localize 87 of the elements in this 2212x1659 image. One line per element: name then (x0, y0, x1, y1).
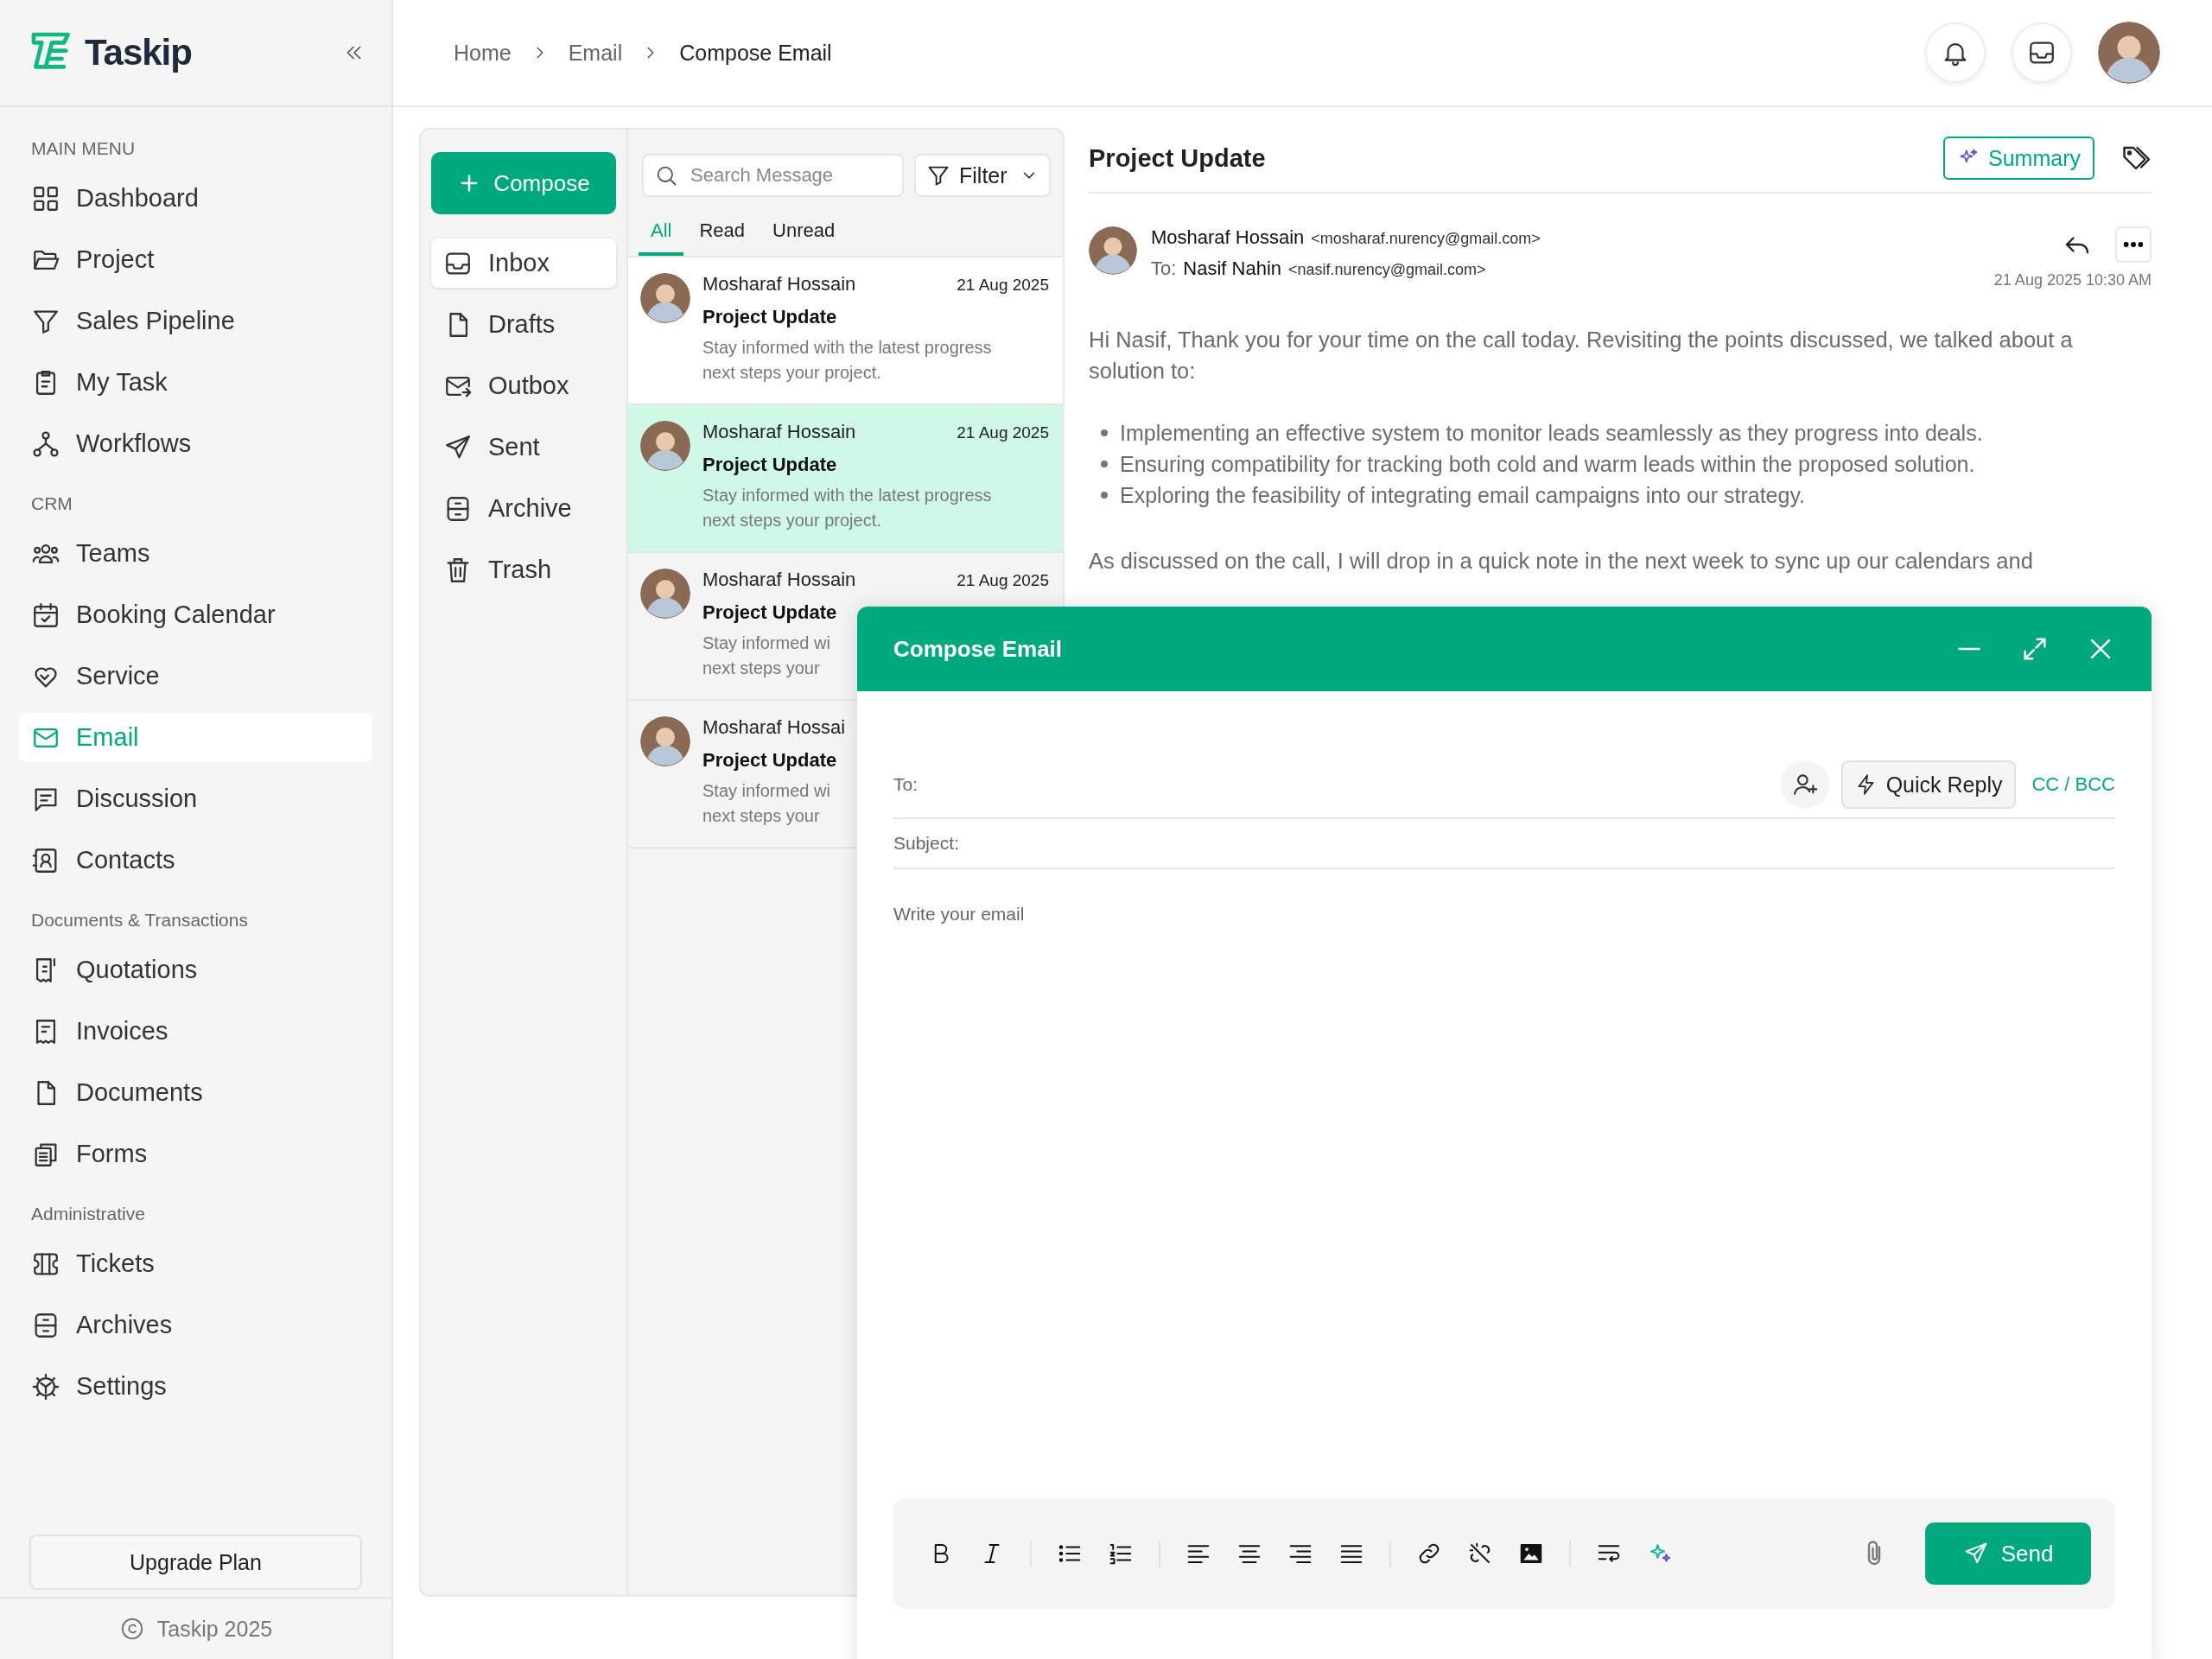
section-label: Administrative (30, 1203, 146, 1225)
to-label: To: (893, 774, 918, 795)
breadcrumb-link[interactable]: Email (568, 40, 623, 66)
menu-item[interactable]: Teams (19, 529, 372, 578)
sender-name: Mosharaf Hossain (702, 421, 856, 443)
message-date: 21 Aug 2025 (957, 423, 1049, 442)
settings-icon (31, 1371, 60, 1402)
breadcrumb-link[interactable]: Home (454, 40, 512, 66)
filter-button[interactable]: Filter (914, 154, 1051, 197)
message-subject: Project Update (702, 749, 838, 772)
menu-item[interactable]: Sales Pipeline (19, 296, 372, 346)
message-subject: Project Update (702, 306, 838, 328)
quick-reply-button[interactable]: Quick Reply (1840, 760, 2017, 809)
message-preview: Stay informed wi (702, 632, 830, 654)
folder-item[interactable]: Outbox (431, 361, 616, 410)
menu-item[interactable]: Forms (19, 1129, 372, 1179)
section-label: Documents & Transactions (30, 909, 249, 931)
folder-item[interactable]: Drafts (431, 300, 616, 349)
to-label: To: (1151, 257, 1177, 280)
avatar (640, 273, 690, 323)
more-button[interactable] (2115, 226, 2152, 263)
bullet-dot (1101, 461, 1108, 467)
message-preview: Stay informed with the latest progress (702, 485, 992, 506)
bullet-dot (1101, 429, 1108, 436)
menu-item[interactable]: Service (19, 652, 372, 701)
menu-item[interactable]: Tickets (19, 1239, 372, 1288)
sender-name: Mosharaf Hossain (702, 273, 856, 296)
email-paragraph: Hi Nasif, Thank you for your time on the call today. Revisiting the points discussed, we talked about a solution to: (1089, 327, 2074, 385)
filter-tab[interactable]: Read (687, 213, 758, 256)
sender-name: Mosharaf Hossain (1151, 226, 1305, 249)
message-row[interactable]: Mosharaf Hossain 21 Aug 2025 Project Update Stay informed with the latest progress next steps your project. (628, 405, 1063, 553)
menu-item[interactable]: Archives (19, 1300, 372, 1350)
message-preview: Stay informed wi (702, 780, 830, 802)
menu-item[interactable]: Dashboard (19, 174, 372, 223)
menu-item[interactable]: Settings (19, 1362, 372, 1411)
section-label: MAIN MENU (30, 137, 137, 160)
notifications-button[interactable] (1925, 22, 1986, 83)
compose-title: Compose Email (893, 635, 1063, 663)
email-title: Project Update (1089, 143, 1267, 173)
message-subject: Project Update (702, 454, 838, 476)
menu-item[interactable]: Discussion (19, 774, 372, 823)
breadcrumb-current: Compose Email (679, 40, 832, 66)
brand-name: Taskip (85, 32, 192, 73)
message-subject: Project Update (702, 601, 838, 624)
menu-item[interactable]: My Task (19, 358, 372, 407)
section-label: CRM (30, 493, 73, 515)
message-preview: next steps your (702, 805, 820, 827)
upgrade-button[interactable]: Upgrade Plan (29, 1535, 362, 1590)
menu-item[interactable]: Quotations (19, 945, 372, 995)
folder-item[interactable]: Inbox (431, 238, 616, 288)
menu-item[interactable]: Invoices (19, 1007, 372, 1056)
bullet-text: Implementing an effective system to monitor leads seamlessly as they progress into deals. (1120, 420, 1983, 447)
menu-item[interactable]: Workflows (19, 419, 372, 468)
more-icon (2124, 242, 2143, 247)
message-row[interactable]: Mosharaf Hossain 21 Aug 2025 Project Update Stay informed with the latest progress next steps your project. (628, 257, 1063, 405)
avatar (640, 421, 690, 471)
bullet-text: Ensuring compatibility for tracking both cold and warm leads within the proposed solution. (1120, 451, 1975, 478)
bullet-dot (1101, 492, 1108, 499)
menu-item[interactable]: Contacts (19, 836, 372, 885)
sender-email: <mosharaf.nurency@gmail.com> (1311, 230, 1541, 248)
folder-item[interactable]: Sent (431, 423, 616, 472)
message-date: 21 Aug 2025 (957, 571, 1049, 590)
folder-item[interactable]: Trash (431, 545, 616, 594)
folder-item[interactable]: Archive (431, 484, 616, 533)
message-preview: next steps your project. (702, 362, 881, 384)
nodes-icon (31, 429, 60, 459)
inbox-button[interactable] (2012, 22, 2072, 83)
menu-item[interactable]: Documents (19, 1068, 372, 1117)
sender-name: Mosharaf Hossai (702, 716, 846, 739)
menu-item[interactable]: Booking Calendar (19, 590, 372, 639)
menu-item[interactable]: Project (19, 235, 372, 284)
recipient-email: <nasif.nurency@gmail.com> (1288, 261, 1486, 279)
email-paragraph: As discussed on the call, I will drop in a quick note in the next week to sync up our calendars and (1089, 548, 2034, 575)
subject-label: Subject: (893, 833, 959, 854)
search-field[interactable]: Search Message (642, 154, 904, 197)
copyright-text: Taskip 2025 (156, 1616, 273, 1642)
recipient-name: Nasif Nahin (1183, 257, 1282, 280)
message-preview: next steps your (702, 658, 820, 679)
message-preview: Stay informed with the latest progress (702, 337, 992, 359)
avatar (1089, 226, 1137, 275)
avatar (2098, 22, 2160, 84)
message-date: 21 Aug 2025 (957, 276, 1049, 295)
sender-name: Mosharaf Hossain (702, 569, 856, 591)
bullet-text: Exploring the feasibility of integrating email campaigns into our strategy. (1120, 482, 1805, 509)
filter-tab[interactable]: Unread (760, 213, 848, 256)
email-date: 21 Aug 2025 10:30 AM (1993, 271, 2152, 289)
message-preview: next steps your project. (702, 510, 881, 531)
